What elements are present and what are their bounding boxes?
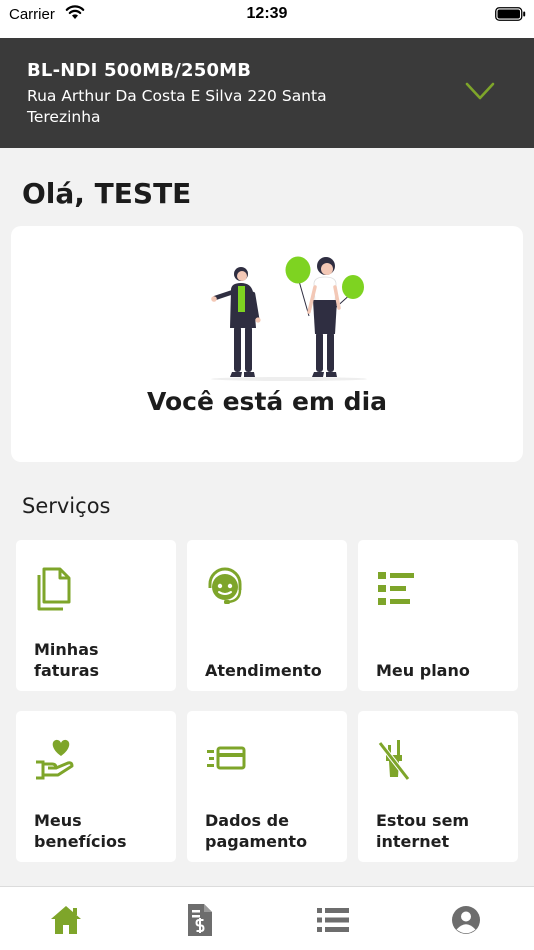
service-label: Dados de pagamento	[205, 811, 308, 851]
service-label: Estou sem internet	[376, 811, 470, 851]
no-signal-icon	[378, 740, 410, 781]
document-icon	[37, 567, 71, 611]
support-agent-icon	[208, 567, 242, 604]
invoice-icon	[188, 904, 212, 936]
chevron-down-icon[interactable]	[464, 80, 496, 102]
list-icon	[378, 572, 414, 605]
service-label: Minhas faturas	[34, 640, 100, 680]
tab-invoices[interactable]	[182, 903, 218, 937]
tab-profile[interactable]	[448, 903, 484, 937]
plan-address: Rua Arthur Da Costa E Silva 220 Santa Te…	[27, 87, 327, 126]
list-icon	[317, 908, 349, 932]
service-tile-meu-plano[interactable]: Meu plano	[358, 540, 518, 691]
home-icon	[51, 906, 81, 934]
service-tile-atendimento[interactable]: Atendimento	[187, 540, 347, 691]
credit-card-icon	[207, 746, 246, 770]
plan-header[interactable]: BL-NDI 500MB/250MB Rua Arthur Da Costa E…	[0, 38, 534, 148]
service-tile-dados-de-pagamento[interactable]: Dados de pagamento	[187, 711, 347, 862]
services-title: Serviços	[22, 494, 111, 518]
tab-home[interactable]	[48, 903, 84, 937]
status-message: Você está em dia	[146, 387, 388, 416]
service-label: Meus benefícios	[34, 811, 127, 851]
tab-plan[interactable]	[315, 903, 351, 937]
profile-icon	[452, 906, 480, 934]
service-tile-minhas-faturas[interactable]: Minhas faturas	[16, 540, 176, 691]
service-tile-estou-sem-internet[interactable]: Estou sem internet	[358, 711, 518, 862]
bottom-tab-bar	[0, 886, 534, 950]
service-label: Meu plano	[376, 661, 470, 680]
battery-icon	[495, 7, 526, 21]
plan-name: BL-NDI 500MB/250MB	[27, 60, 252, 81]
clock: 12:39	[246, 5, 288, 22]
heart-hand-icon	[36, 739, 74, 780]
greeting: Olá, TESTE	[22, 177, 192, 210]
payment-status-card: Você está em dia	[11, 226, 523, 462]
status-bar: Carrier 12:39	[0, 0, 534, 38]
service-tile-meus-beneficios[interactable]: Meus benefícios	[16, 711, 176, 862]
people-illustration	[211, 256, 367, 381]
service-label: Atendimento	[205, 661, 322, 680]
